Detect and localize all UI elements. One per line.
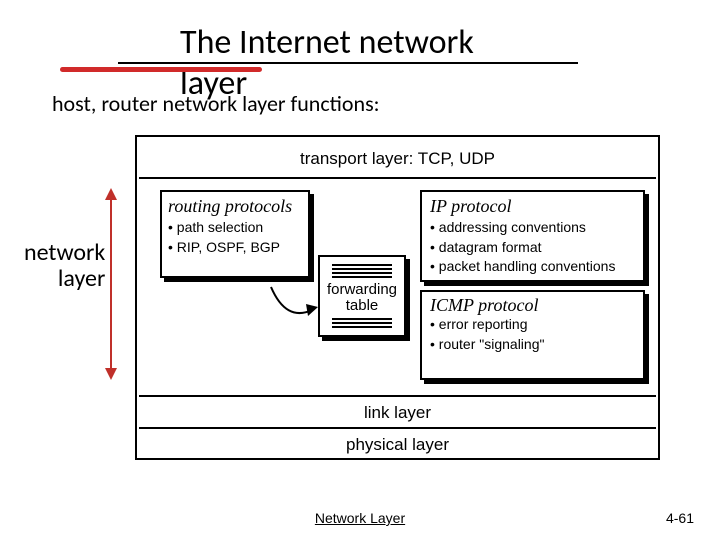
- ip-protocol-box: IP protocol • addressing conventions • d…: [420, 190, 645, 282]
- ip-bullet: • packet handling conventions: [430, 258, 635, 276]
- table-line-icon: [332, 272, 392, 274]
- forwarding-table-label: forwardingtable: [327, 282, 397, 314]
- table-line-icon: [332, 318, 392, 320]
- forwarding-table-box: forwardingtable: [318, 255, 406, 337]
- slide: The Internet network layer host, router …: [0, 0, 720, 540]
- ip-title: IP protocol: [430, 196, 635, 217]
- icmp-protocol-box: ICMP protocol • error reporting • router…: [420, 290, 645, 380]
- table-line-icon: [332, 268, 392, 270]
- divider: [139, 427, 656, 429]
- title-underline: [118, 62, 578, 64]
- table-line-icon: [332, 276, 392, 278]
- link-layer-text: link layer: [137, 403, 658, 423]
- routing-title: routing protocols: [168, 196, 302, 217]
- routing-bullet: • RIP, OSPF, BGP: [168, 239, 302, 257]
- title-red-underline: [60, 67, 262, 72]
- routing-protocols-box: routing protocols • path selection • RIP…: [160, 190, 310, 278]
- ip-bullet: • addressing conventions: [430, 219, 635, 237]
- footer-center: Network Layer: [315, 510, 405, 526]
- table-line-icon: [332, 326, 392, 328]
- routing-bullet: • path selection: [168, 219, 302, 237]
- physical-layer-text: physical layer: [137, 435, 658, 455]
- divider: [139, 177, 656, 179]
- icmp-bullet: • router "signaling": [430, 336, 635, 354]
- footer-page-number: 4-61: [666, 510, 694, 526]
- ip-bullet: • datagram format: [430, 239, 635, 257]
- icmp-title: ICMP protocol: [430, 296, 635, 314]
- slide-subtitle: host, router network layer functions:: [52, 90, 380, 117]
- transport-layer-text: transport layer: TCP, UDP: [137, 149, 658, 169]
- double-arrow-icon: [102, 188, 120, 380]
- divider: [139, 395, 656, 397]
- network-layer-label: networklayer: [24, 240, 105, 293]
- table-line-icon: [332, 264, 392, 266]
- icmp-bullet: • error reporting: [430, 316, 635, 334]
- table-line-icon: [332, 322, 392, 324]
